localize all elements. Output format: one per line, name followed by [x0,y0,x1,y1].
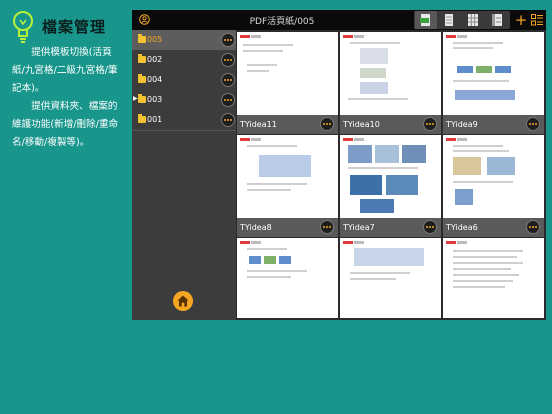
grid-view-option[interactable] [462,11,484,29]
current-folder-arrow-icon: ▶ [133,95,138,102]
more-options-icon[interactable] [320,220,334,234]
document-thumbnail [237,135,338,218]
view-mode-switcher [414,11,510,29]
folder-icon [138,94,146,103]
folder-name: 005 [147,35,163,44]
lightbulb-icon [13,11,33,43]
home-icon [177,295,189,307]
document-label-bar: TYidea9 [443,115,544,134]
promo-description: 提供模板切換(活頁紙/九宮格/二級九宮格/筆記本)。 提供資料夾、檔案的維護功能… [12,44,124,152]
more-options-icon[interactable] [423,117,437,131]
more-options-icon[interactable] [221,113,235,127]
folder-icon [138,74,146,83]
folder-icon [138,54,146,63]
document-thumbnail [340,135,441,218]
page-view-option[interactable] [438,11,460,29]
document-label-bar: TYidea6 [443,218,544,237]
document-card[interactable]: TYidea8 [237,135,338,237]
document-name: TYidea11 [240,120,277,129]
document-label-bar: TYidea7 [340,218,441,237]
folder-item-003[interactable]: ▶ 003 [132,90,236,111]
more-options-icon[interactable] [423,220,437,234]
more-options-icon[interactable] [526,220,540,234]
document-name: TYidea9 [446,120,478,129]
document-card[interactable]: TYidea6 [443,135,544,237]
document-card[interactable] [340,238,441,318]
pdf-view-icon [420,14,430,26]
document-card[interactable]: TYidea10 [340,32,441,134]
document-card[interactable] [237,238,338,318]
document-thumbnail [340,238,441,318]
add-button[interactable]: + [514,11,528,29]
document-card[interactable] [443,238,544,318]
grid-view-icon [468,14,478,26]
more-options-icon[interactable] [221,53,235,67]
document-thumbnail [443,32,544,115]
document-name: TYidea7 [343,223,375,232]
folder-item-005[interactable]: 005 [132,30,236,51]
home-button[interactable] [173,291,193,311]
document-name: TYidea6 [446,223,478,232]
folder-name: 001 [147,115,163,124]
document-name: TYidea10 [343,120,380,129]
top-bar: PDF活頁紙/005 + [132,10,546,30]
document-thumbnail [443,135,544,218]
document-label-bar: TYidea11 [237,115,338,134]
folder-icon [138,114,146,123]
promo-line-template: 提供模板切換(活頁紙/九宮格/二級九宮格/筆記本)。 [12,47,118,94]
document-thumbnail [443,238,544,318]
folder-item-002[interactable]: 002 [132,50,236,71]
promo-line-folders: 提供資料夾、檔案的維護功能(新增/刪除/重命名/移動/複製等)。 [12,101,119,148]
more-options-icon[interactable] [526,117,540,131]
folder-name: 004 [147,75,163,84]
document-card[interactable]: TYidea11 [237,32,338,134]
folder-sidebar: 005 002 004 ▶ 003 001 [132,30,236,320]
window-title: PDF活頁紙/005 [249,17,315,27]
more-options-icon[interactable] [320,117,334,131]
document-label-bar: TYidea8 [237,218,338,237]
folder-icon [138,34,146,43]
folder-name: 002 [147,55,163,64]
app-window: PDF活頁紙/005 + 005 002 004 ▶ 003 001 TYide… [132,10,546,320]
more-options-icon[interactable] [221,73,235,87]
folder-name: 003 [147,95,163,104]
document-label-bar: TYidea10 [340,115,441,134]
more-options-icon[interactable] [221,33,235,47]
document-card[interactable]: TYidea9 [443,32,544,134]
document-thumbnail [237,32,338,115]
more-options-icon[interactable] [221,93,235,107]
pdf-view-option[interactable] [415,11,437,29]
document-card[interactable]: TYidea7 [340,135,441,237]
document-thumbnail [340,32,441,115]
menu-list-icon[interactable] [531,14,543,26]
page-view-icon [445,14,453,26]
notebook-view-icon [492,14,502,26]
promo-title: 檔案管理 [42,18,107,36]
document-thumbnail [237,238,338,318]
document-name: TYidea8 [240,223,272,232]
folder-item-004[interactable]: 004 [132,70,236,91]
folder-item-001[interactable]: 001 [132,110,236,131]
notebook-view-option[interactable] [486,11,508,29]
